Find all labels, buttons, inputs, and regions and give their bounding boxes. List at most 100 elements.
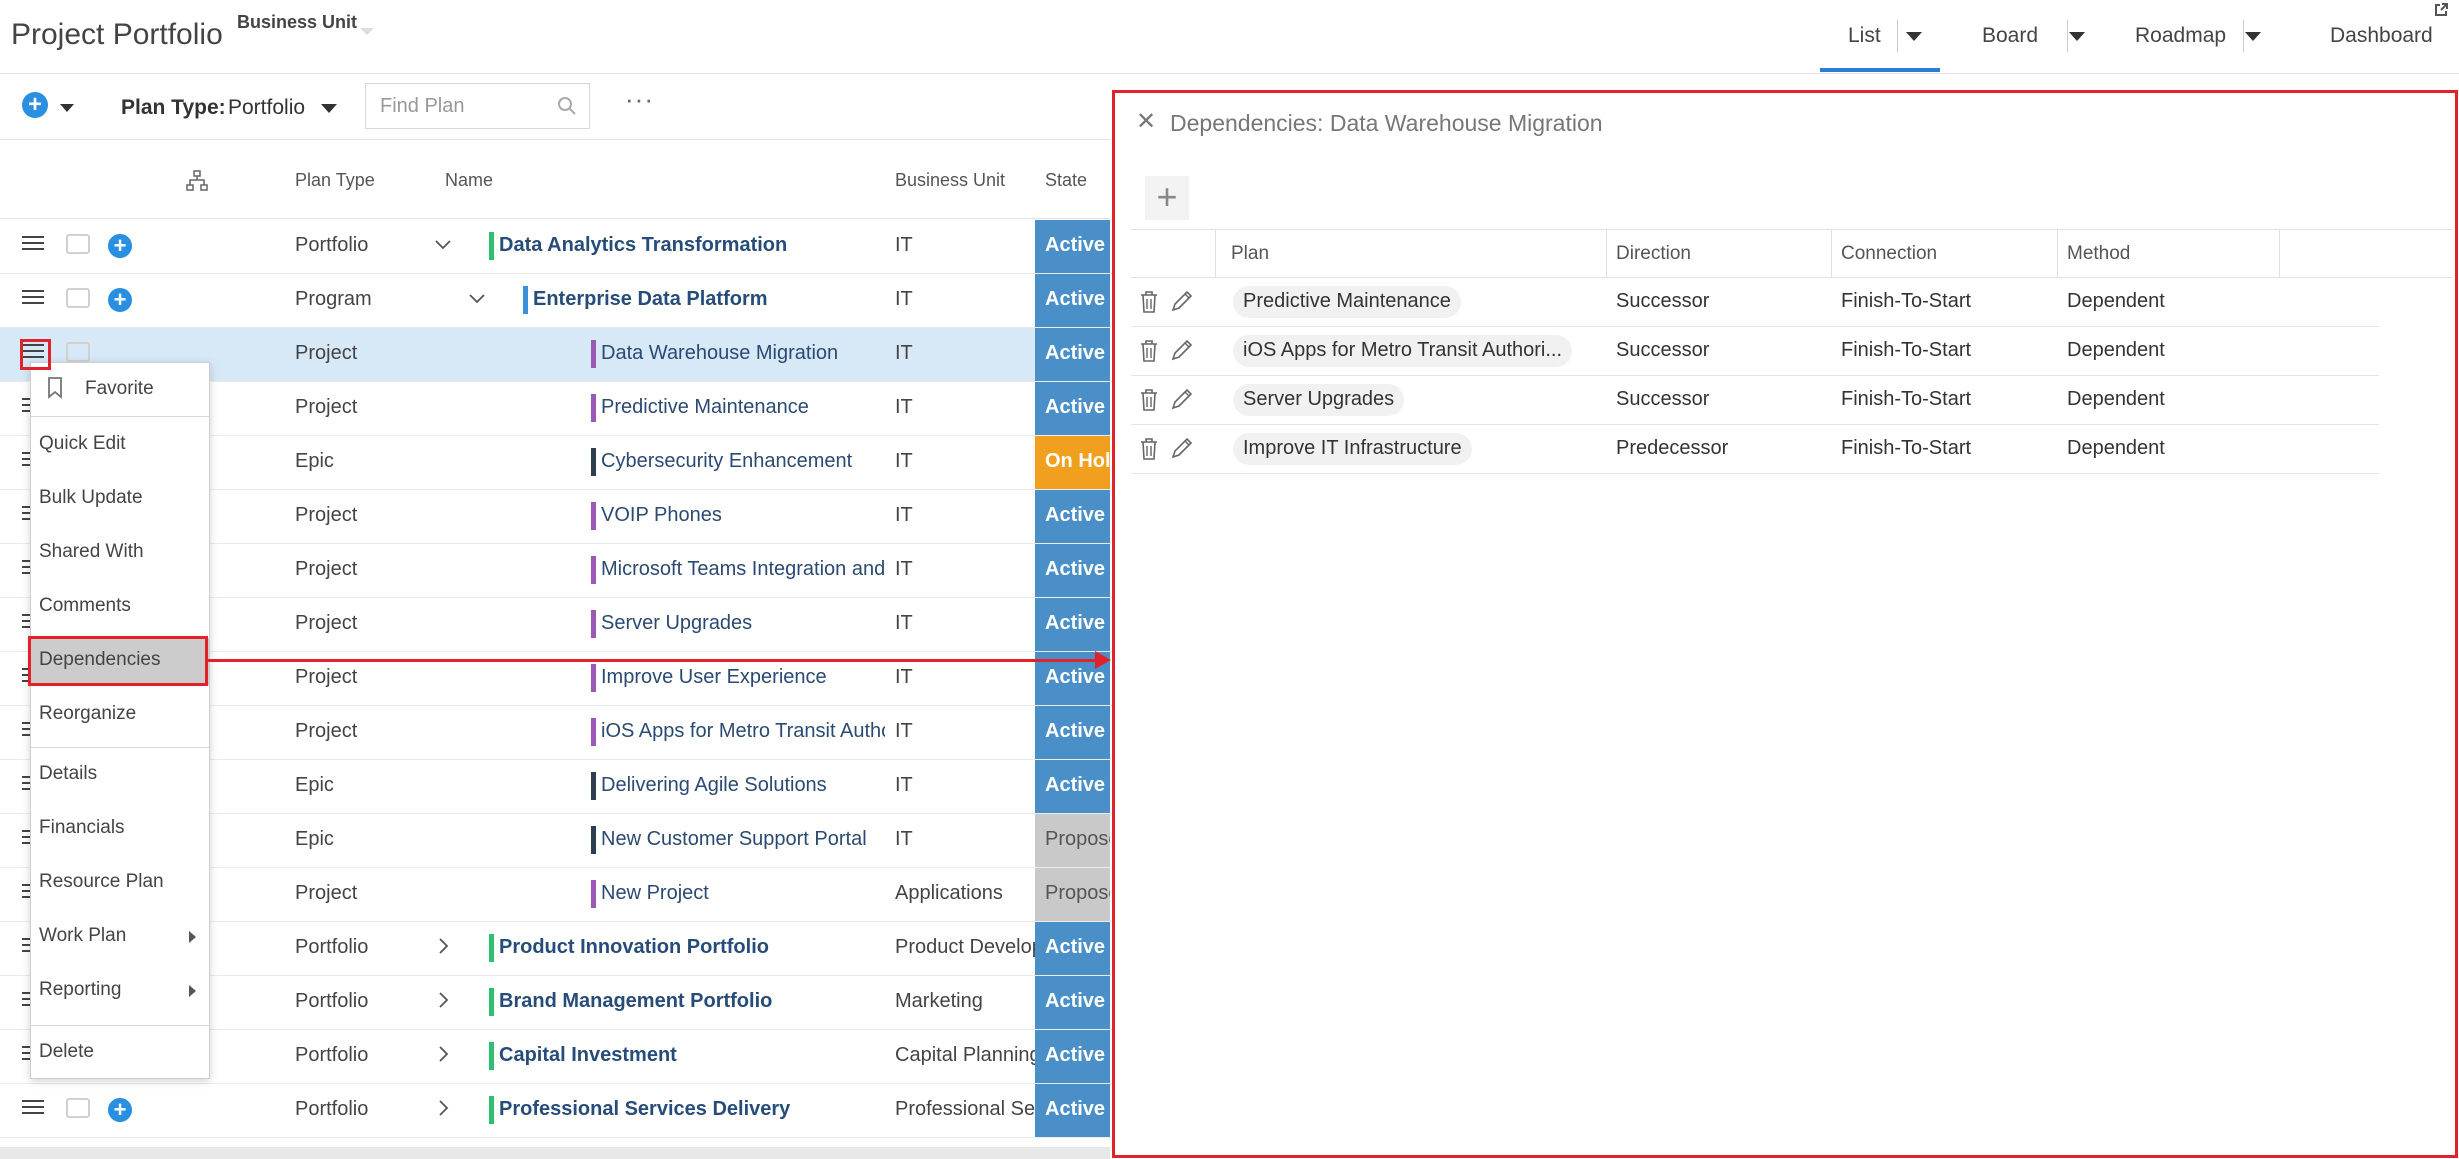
plan-name-link[interactable]: Microsoft Teams Integration and me [601, 558, 885, 581]
table-row[interactable]: + Portfolio Data Analytics Transformation I… [0, 220, 1110, 274]
chevron-right-icon[interactable] [433, 990, 453, 1016]
menu-item-resource-plan[interactable]: Resource Plan [39, 871, 164, 893]
chevron-down-icon[interactable] [60, 104, 74, 112]
plan-name-link[interactable]: iOS Apps for Metro Transit Authority [601, 720, 885, 743]
search-icon[interactable] [557, 96, 577, 121]
chevron-right-icon[interactable] [433, 936, 453, 962]
view-roadmap-tab[interactable]: Roadmap [2135, 24, 2226, 48]
pencil-icon[interactable] [1169, 435, 1195, 466]
menu-item-quick-edit[interactable]: Quick Edit [39, 433, 126, 455]
comment-icon[interactable] [66, 288, 90, 308]
plan-name-link[interactable]: Capital Investment [499, 1044, 677, 1067]
popout-icon[interactable] [2433, 2, 2451, 20]
column-header-state[interactable]: State [1045, 170, 1087, 191]
find-plan-search[interactable] [365, 83, 590, 129]
row-menu-icon[interactable] [22, 1100, 44, 1118]
business-unit-filter[interactable]: Business Unit [237, 12, 357, 33]
plan-type-color-bar [489, 232, 494, 260]
plan-name-link[interactable]: Product Innovation Portfolio [499, 936, 769, 959]
chevron-down-icon[interactable] [321, 104, 337, 113]
chevron-down-icon[interactable] [360, 28, 374, 35]
add-dependency-button[interactable]: + [1145, 176, 1189, 220]
add-plan-button[interactable]: + [22, 92, 48, 118]
plan-type-select[interactable]: Portfolio [228, 96, 305, 120]
trash-icon[interactable] [1139, 388, 1159, 417]
menu-item-details[interactable]: Details [39, 763, 97, 785]
plan-name-link[interactable]: Cybersecurity Enhancement [601, 450, 852, 473]
bookmark-icon[interactable] [47, 377, 63, 404]
menu-item-work-plan[interactable]: Work Plan [39, 925, 126, 947]
trash-icon[interactable] [1139, 339, 1159, 368]
plan-name-link[interactable]: VOIP Phones [601, 504, 722, 527]
menu-item-bulk-update[interactable]: Bulk Update [39, 487, 143, 509]
column-header-connection[interactable]: Connection [1841, 243, 1937, 265]
pencil-icon[interactable] [1169, 288, 1195, 319]
chevron-down-icon[interactable] [2245, 32, 2261, 41]
plan-type-color-bar [591, 556, 596, 584]
state-badge: Active [1035, 274, 1110, 327]
chevron-down-icon[interactable] [467, 288, 487, 314]
plan-name-link[interactable]: Improve User Experience [601, 666, 827, 689]
table-row[interactable]: + Portfolio Professional Services Delivery… [0, 1084, 1110, 1138]
view-board-tab[interactable]: Board [1982, 24, 2038, 48]
menu-item-comments[interactable]: Comments [39, 595, 131, 617]
chevron-down-icon[interactable] [433, 234, 453, 260]
chevron-down-icon[interactable] [2069, 32, 2085, 41]
plan-name-link[interactable]: New Customer Support Portal [601, 828, 867, 851]
plan-name-link[interactable]: Brand Management Portfolio [499, 990, 772, 1013]
plan-type-cell: Program [295, 288, 372, 310]
column-header-business-unit[interactable]: Business Unit [895, 170, 1005, 191]
column-header-plan-type[interactable]: Plan Type [295, 170, 375, 191]
column-header-direction[interactable]: Direction [1616, 243, 1691, 265]
plan-name-link[interactable]: Predictive Maintenance [601, 396, 809, 419]
pencil-icon[interactable] [1169, 337, 1195, 368]
plan-name-link[interactable]: Delivering Agile Solutions [601, 774, 827, 797]
menu-item-reorganize[interactable]: Reorganize [39, 703, 136, 725]
dependency-plan-chip[interactable]: Improve IT Infrastructure [1233, 433, 1472, 465]
plan-name-link[interactable]: New Project [601, 882, 709, 905]
column-header-name[interactable]: Name [445, 170, 493, 191]
plan-name-link[interactable]: Data Analytics Transformation [499, 234, 787, 257]
comment-icon[interactable] [66, 342, 90, 362]
more-options-button[interactable]: ··· [625, 84, 654, 115]
row-menu-icon[interactable] [22, 290, 44, 308]
comment-icon[interactable] [66, 234, 90, 254]
trash-icon[interactable] [1139, 290, 1159, 319]
menu-item-reporting[interactable]: Reporting [39, 979, 121, 1001]
plan-name-link[interactable]: Enterprise Data Platform [533, 288, 768, 311]
dependency-plan-chip[interactable]: Server Upgrades [1233, 384, 1405, 416]
dependency-row[interactable]: Predictive Maintenance Successor Finish-To… [1131, 278, 2379, 327]
add-child-button[interactable]: + [108, 1098, 132, 1122]
menu-item-delete[interactable]: Delete [39, 1041, 94, 1063]
pencil-icon[interactable] [1169, 386, 1195, 417]
dependency-plan-chip[interactable]: iOS Apps for Metro Transit Authori... [1233, 335, 1573, 367]
add-child-button[interactable]: + [108, 288, 132, 312]
comment-icon[interactable] [66, 1098, 90, 1118]
plan-type-cell: Epic [295, 828, 334, 850]
dependency-row[interactable]: iOS Apps for Metro Transit Authori... Suc… [1131, 327, 2379, 376]
plan-name-link[interactable]: Professional Services Delivery [499, 1098, 790, 1121]
menu-item-shared-with[interactable]: Shared With [39, 541, 144, 563]
row-menu-icon[interactable] [22, 236, 44, 254]
close-icon[interactable]: ✕ [1136, 107, 1156, 136]
add-child-button[interactable]: + [108, 234, 132, 258]
search-input[interactable] [366, 84, 536, 128]
column-header-method[interactable]: Method [2067, 243, 2130, 265]
column-header-plan[interactable]: Plan [1231, 243, 1269, 265]
horizontal-scrollbar[interactable] [0, 1147, 1110, 1159]
view-dashboard-tab[interactable]: Dashboard [2330, 24, 2433, 48]
plan-name-link[interactable]: Server Upgrades [601, 612, 752, 635]
chevron-right-icon[interactable] [433, 1044, 453, 1070]
trash-icon[interactable] [1139, 437, 1159, 466]
table-row[interactable]: + Program Enterprise Data Platform IT Active [0, 274, 1110, 328]
menu-item-financials[interactable]: Financials [39, 817, 125, 839]
chevron-down-icon[interactable] [1906, 32, 1922, 41]
dependency-plan-chip[interactable]: Predictive Maintenance [1233, 286, 1461, 318]
plan-name-link[interactable]: Data Warehouse Migration [601, 342, 838, 365]
view-list-tab[interactable]: List [1848, 24, 1881, 48]
menu-item-favorite[interactable]: Favorite [85, 378, 154, 400]
dependency-row[interactable]: Improve IT Infrastructure Predecessor Fini… [1131, 425, 2379, 474]
dependency-row[interactable]: Server Upgrades Successor Finish-To-Start D… [1131, 376, 2379, 425]
hierarchy-icon[interactable] [186, 170, 208, 197]
chevron-right-icon[interactable] [433, 1098, 453, 1124]
